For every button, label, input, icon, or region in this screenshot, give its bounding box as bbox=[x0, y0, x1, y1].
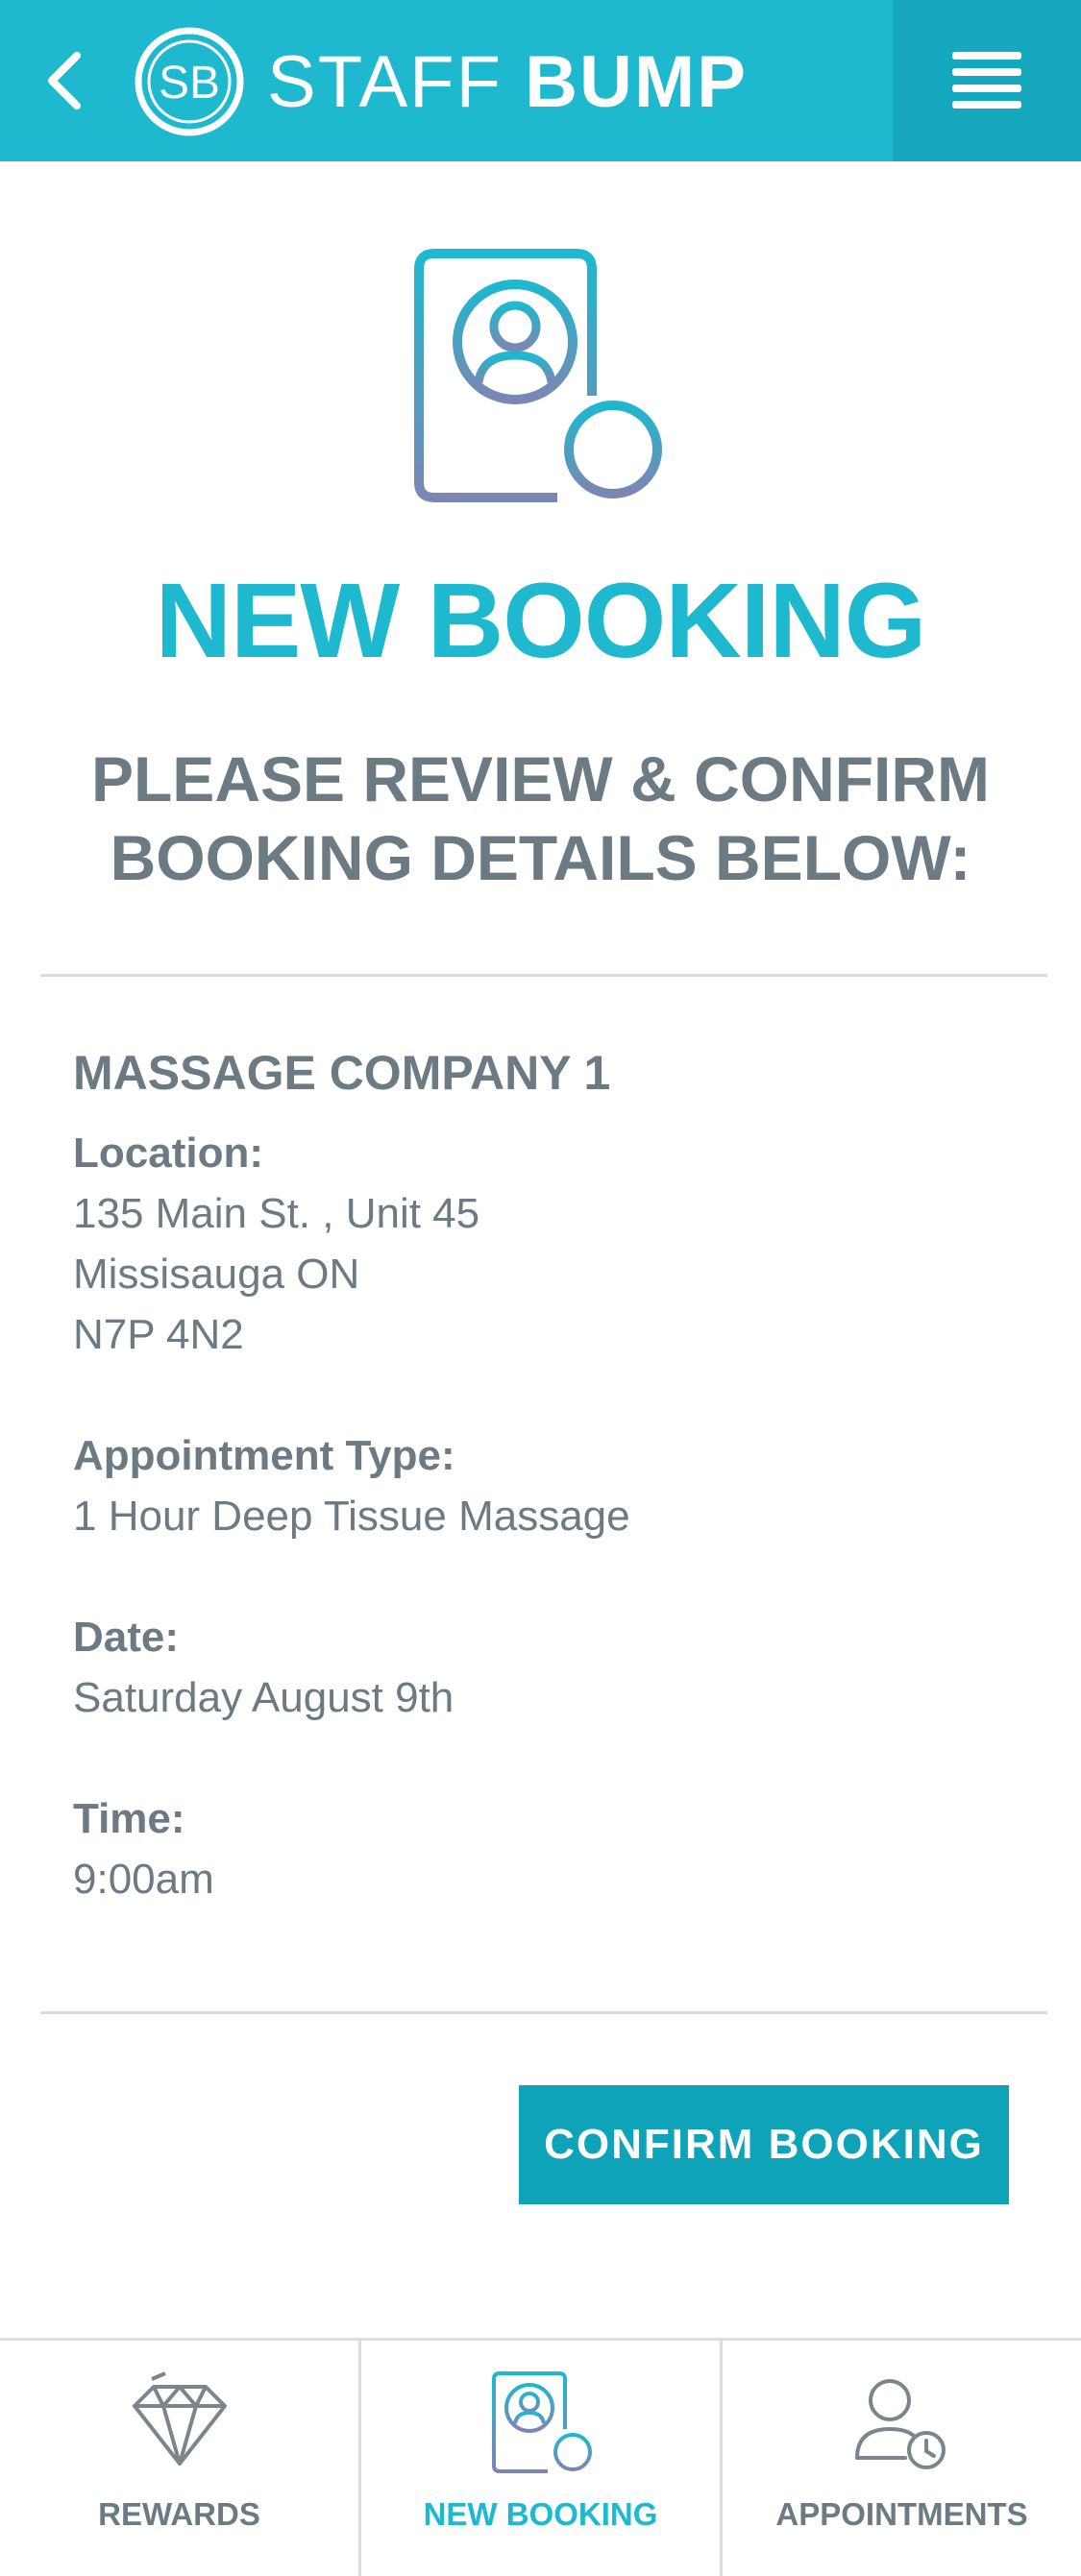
nav-label-appointments: APPOINTMENTS bbox=[775, 2496, 1028, 2532]
appointment-type-label: Appointment Type: bbox=[73, 1432, 455, 1479]
nav-label-rewards: REWARDS bbox=[98, 2496, 260, 2532]
booking-details: MASSAGE COMPANY 1 Location: 135 Main St.… bbox=[73, 1043, 1015, 1971]
nav-label-new-booking: NEW BOOKING bbox=[423, 2496, 658, 2532]
back-button[interactable] bbox=[35, 42, 92, 119]
page-title: NEW BOOKING bbox=[155, 562, 927, 680]
date-value: Saturday August 9th bbox=[73, 1674, 455, 1721]
time-value: 9:00am bbox=[73, 1856, 214, 1903]
page-subtitle: PLEASE REVIEW & CONFIRM BOOKING DETAILS … bbox=[90, 743, 991, 893]
location-label: Location: bbox=[73, 1130, 263, 1177]
chevron-left-icon bbox=[48, 52, 81, 109]
add-contact-card-icon bbox=[414, 249, 662, 502]
date-label: Date: bbox=[73, 1614, 180, 1661]
nav-item-rewards[interactable]: REWARDS bbox=[0, 2341, 358, 2576]
location-group: Location: 135 Main St. , Unit 45 Missisa… bbox=[73, 1124, 1015, 1365]
logo-initials: SB bbox=[159, 58, 220, 109]
logo-badge: SB bbox=[135, 27, 244, 136]
hamburger-icon bbox=[952, 52, 1021, 109]
logo-text-light: STAFF bbox=[267, 40, 526, 123]
bottom-navigation: REWARDS NEW BOOKING APPOINTMENTS bbox=[0, 2338, 1081, 2576]
nav-item-appointments[interactable]: APPOINTMENTS bbox=[720, 2341, 1081, 2576]
location-line-3: N7P 4N2 bbox=[73, 1311, 244, 1358]
date-group: Date: Saturday August 9th bbox=[73, 1608, 1015, 1728]
time-label: Time: bbox=[73, 1795, 185, 1842]
appointment-type-value: 1 Hour Deep Tissue Massage bbox=[73, 1493, 630, 1540]
appointment-type-group: Appointment Type: 1 Hour Deep Tissue Mas… bbox=[73, 1426, 1015, 1546]
company-name: MASSAGE COMPANY 1 bbox=[73, 1046, 611, 1100]
location-line-2: Missisauga ON bbox=[73, 1251, 360, 1298]
divider-bottom bbox=[40, 2011, 1047, 2014]
time-group: Time: 9:00am bbox=[73, 1789, 1015, 1909]
app-logo: SB STAFF BUMP bbox=[135, 27, 748, 136]
user-clock-icon bbox=[854, 2379, 946, 2469]
divider-top bbox=[40, 974, 1047, 977]
add-contact-card-icon bbox=[491, 2371, 592, 2473]
nav-item-new-booking[interactable]: NEW BOOKING bbox=[358, 2341, 720, 2576]
location-line-1: 135 Main St. , Unit 45 bbox=[73, 1190, 480, 1237]
menu-button[interactable] bbox=[893, 0, 1081, 161]
app-header: SB STAFF BUMP bbox=[0, 0, 1081, 161]
logo-text-bold: BUMP bbox=[525, 40, 748, 123]
logo-wordmark: STAFF BUMP bbox=[267, 40, 748, 124]
confirm-booking-button[interactable]: CONFIRM BOOKING bbox=[519, 2085, 1009, 2204]
diamond-icon bbox=[132, 2371, 227, 2466]
